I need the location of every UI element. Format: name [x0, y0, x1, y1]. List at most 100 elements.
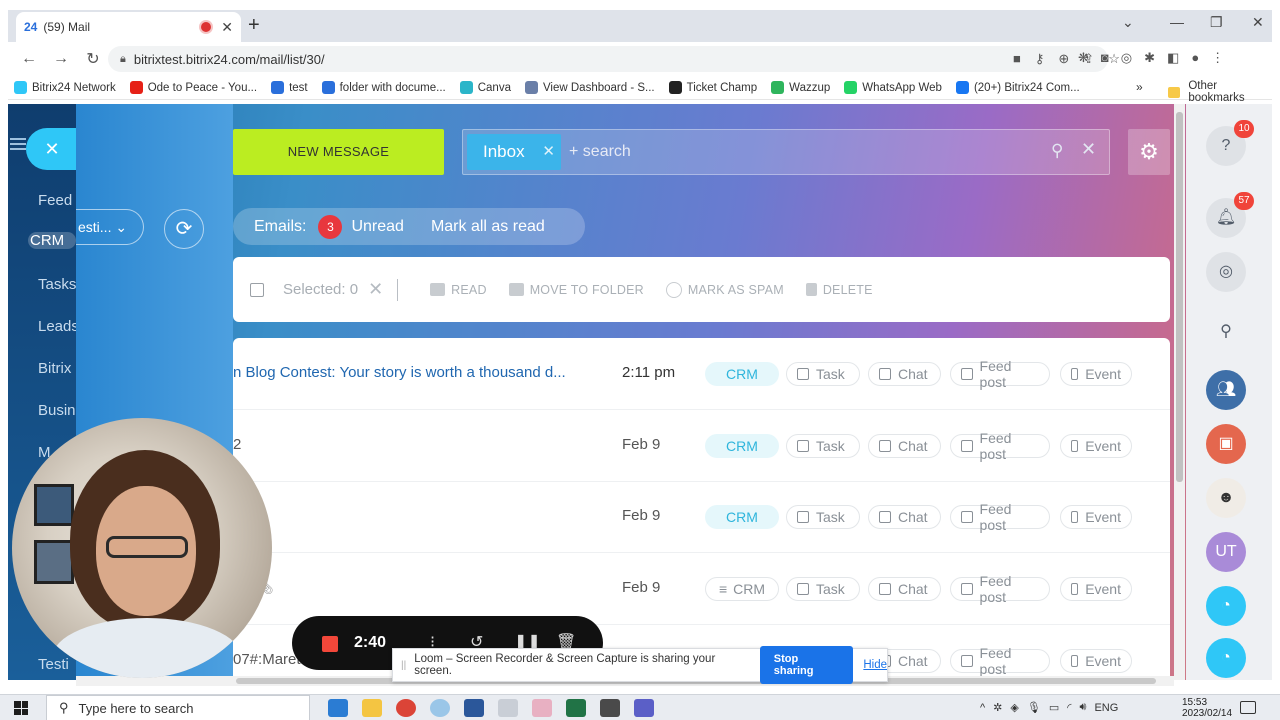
- create-task-button[interactable]: Task: [786, 505, 860, 529]
- maximize-button[interactable]: ❐: [1210, 14, 1223, 31]
- zoom-icon[interactable]: ⊕: [1058, 51, 1069, 67]
- stop-sharing-button[interactable]: Stop sharing: [759, 646, 854, 684]
- mail-row[interactable]: Feb 9 CRM Task Chat Feed post Event: [233, 481, 1170, 553]
- extension-icon[interactable]: ❋: [1078, 50, 1089, 66]
- bookmark-item[interactable]: Canva: [459, 81, 511, 94]
- bookmark-item[interactable]: (20+) Bitrix24 Com...: [955, 81, 1080, 94]
- webcam-bubble[interactable]: [12, 418, 272, 678]
- word-app-icon[interactable]: [464, 699, 484, 717]
- create-chat-button[interactable]: Chat: [868, 505, 941, 529]
- tray-app-icon[interactable]: ✲: [993, 701, 1002, 714]
- nav-item-feed[interactable]: Feed: [38, 192, 76, 209]
- volume-icon[interactable]: 🔊︎: [1080, 701, 1087, 714]
- bookmark-item[interactable]: Wazzup: [771, 81, 830, 94]
- menu-kebab-icon[interactable]: ⋮: [1211, 50, 1224, 66]
- settings-app-icon[interactable]: [600, 699, 620, 717]
- avatar-ut[interactable]: UT: [1206, 532, 1246, 572]
- search-clear-icon[interactable]: ✕: [1081, 139, 1096, 160]
- feed-post-button[interactable]: Feed post: [950, 501, 1050, 533]
- crm-button[interactable]: CRM: [705, 362, 779, 386]
- close-slider-button[interactable]: ✕: [26, 128, 76, 170]
- minimize-button[interactable]: —: [1170, 14, 1184, 30]
- key-icon[interactable]: ⚷: [1035, 51, 1045, 67]
- teams-app-icon[interactable]: [634, 699, 654, 717]
- file-explorer-icon[interactable]: [362, 699, 382, 717]
- mic-icon[interactable]: 🎙︎: [1027, 701, 1041, 714]
- search-icon[interactable]: ⚲: [1051, 141, 1063, 161]
- feed-post-button[interactable]: Feed post: [950, 358, 1050, 390]
- snip-app-icon[interactable]: [532, 699, 552, 717]
- add-user-clock-button-2[interactable]: ◔: [1206, 638, 1246, 678]
- chrome-app-icon[interactable]: [396, 699, 416, 717]
- chip-close-icon[interactable]: ✕: [542, 134, 555, 170]
- tablet-app-icon[interactable]: [498, 699, 518, 717]
- nav-item-tasks[interactable]: Tasks: [38, 276, 76, 293]
- contact-card-button[interactable]: ▣: [1206, 424, 1246, 464]
- nav-item-business[interactable]: Busin: [38, 402, 76, 419]
- language-indicator[interactable]: ENG: [1094, 702, 1118, 714]
- taskbar-clock[interactable]: 15:53 2023/02/14: [1182, 697, 1232, 719]
- select-all-checkbox[interactable]: [250, 282, 264, 297]
- new-message-button[interactable]: NEW MESSAGE: [233, 129, 444, 175]
- crm-button[interactable]: ≡ CRM: [705, 577, 779, 601]
- refresh-button[interactable]: ⟳: [164, 209, 204, 249]
- nav-item-crm[interactable]: CRM: [28, 232, 76, 249]
- search-input[interactable]: + search: [569, 143, 631, 161]
- feed-post-button[interactable]: Feed post: [950, 573, 1050, 605]
- mail-row[interactable]: n Blog Contest: Your story is worth a th…: [233, 338, 1170, 410]
- filter-chip-inbox[interactable]: Inbox ✕: [467, 134, 561, 170]
- mail-row[interactable]: 2 Feb 9 CRM Task Chat Feed post Event: [233, 410, 1170, 482]
- create-event-button[interactable]: Event: [1060, 505, 1132, 529]
- hide-link[interactable]: Hide: [863, 659, 887, 671]
- create-event-button[interactable]: Event: [1060, 434, 1132, 458]
- tab-close-icon[interactable]: ✕: [221, 19, 233, 36]
- hamburger-icon[interactable]: [10, 138, 26, 150]
- chat-search-button[interactable]: ◎: [1206, 252, 1246, 292]
- create-event-button[interactable]: Event: [1060, 362, 1132, 386]
- group-chat-button[interactable]: 👥︎: [1206, 370, 1246, 410]
- create-task-button[interactable]: Task: [786, 362, 860, 386]
- read-button[interactable]: READ: [430, 283, 487, 297]
- bookmark-item[interactable]: View Dashboard - S...: [524, 81, 655, 94]
- tray-app-icon-2[interactable]: ◈: [1010, 701, 1018, 714]
- create-chat-button[interactable]: Chat: [868, 577, 941, 601]
- mail-row[interactable]: eal📎︎ Feb 9 ≡ CRM Task Chat Feed post Event: [233, 553, 1170, 625]
- unread-filter-link[interactable]: Unread: [351, 218, 403, 236]
- help-button[interactable]: ? 10: [1206, 120, 1254, 166]
- puzzle-icon[interactable]: ✱: [1144, 50, 1155, 66]
- bookmark-item[interactable]: Ticket Champ: [668, 81, 757, 94]
- crm-button[interactable]: CRM: [705, 505, 779, 529]
- nav-item-leads[interactable]: Leads: [38, 318, 76, 335]
- move-to-folder-button[interactable]: MOVE TO FOLDER: [508, 283, 644, 297]
- new-tab-button[interactable]: +: [248, 14, 260, 37]
- profile-icon[interactable]: ●: [1191, 50, 1199, 66]
- wifi-icon[interactable]: ◜: [1067, 701, 1071, 714]
- taskbar-search[interactable]: ⚲ Type here to search: [46, 695, 310, 720]
- create-task-button[interactable]: Task: [786, 577, 860, 601]
- nav-item-bitrix[interactable]: Bitrix: [38, 360, 76, 377]
- other-bookmarks-folder[interactable]: Other bookmarks: [1168, 80, 1272, 104]
- mail-subject[interactable]: n Blog Contest: Your story is worth a th…: [233, 364, 613, 381]
- mark-all-read-link[interactable]: Mark all as read: [431, 218, 545, 236]
- stop-recording-button[interactable]: [322, 636, 338, 652]
- outlook-app-icon[interactable]: [328, 699, 348, 717]
- mark-as-spam-button[interactable]: MARK AS SPAM: [665, 281, 784, 298]
- address-bar[interactable]: 🔒︎ bitrixtest.bitrix24.com/mail/list/30/…: [108, 46, 1120, 72]
- mail-subject[interactable]: eal📎︎: [233, 579, 613, 596]
- bookmark-item[interactable]: Bitrix24 Network: [14, 81, 116, 94]
- clock-app-icon[interactable]: [430, 699, 450, 717]
- tray-chevron-icon[interactable]: ^: [980, 702, 985, 714]
- drag-grip-icon[interactable]: ||: [401, 660, 406, 671]
- delete-button[interactable]: DELETE: [805, 283, 873, 297]
- mailbox-select[interactable]: esti... ⌄: [76, 209, 144, 245]
- mail-search-box[interactable]: Inbox ✕ + search ⚲ ✕: [462, 129, 1110, 175]
- crm-button[interactable]: CRM: [705, 434, 779, 458]
- bookmark-item[interactable]: folder with docume...: [321, 81, 446, 94]
- extension-grey-icon[interactable]: ◎: [1121, 50, 1132, 66]
- add-user-clock-button[interactable]: ◔: [1206, 586, 1246, 626]
- browser-tab[interactable]: 24 (59) Mail ✕: [16, 12, 241, 42]
- clear-selection-icon[interactable]: ✕: [368, 279, 383, 300]
- excel-app-icon[interactable]: [566, 699, 586, 717]
- mail-subject[interactable]: 2: [233, 436, 613, 453]
- create-chat-button[interactable]: Chat: [868, 362, 941, 386]
